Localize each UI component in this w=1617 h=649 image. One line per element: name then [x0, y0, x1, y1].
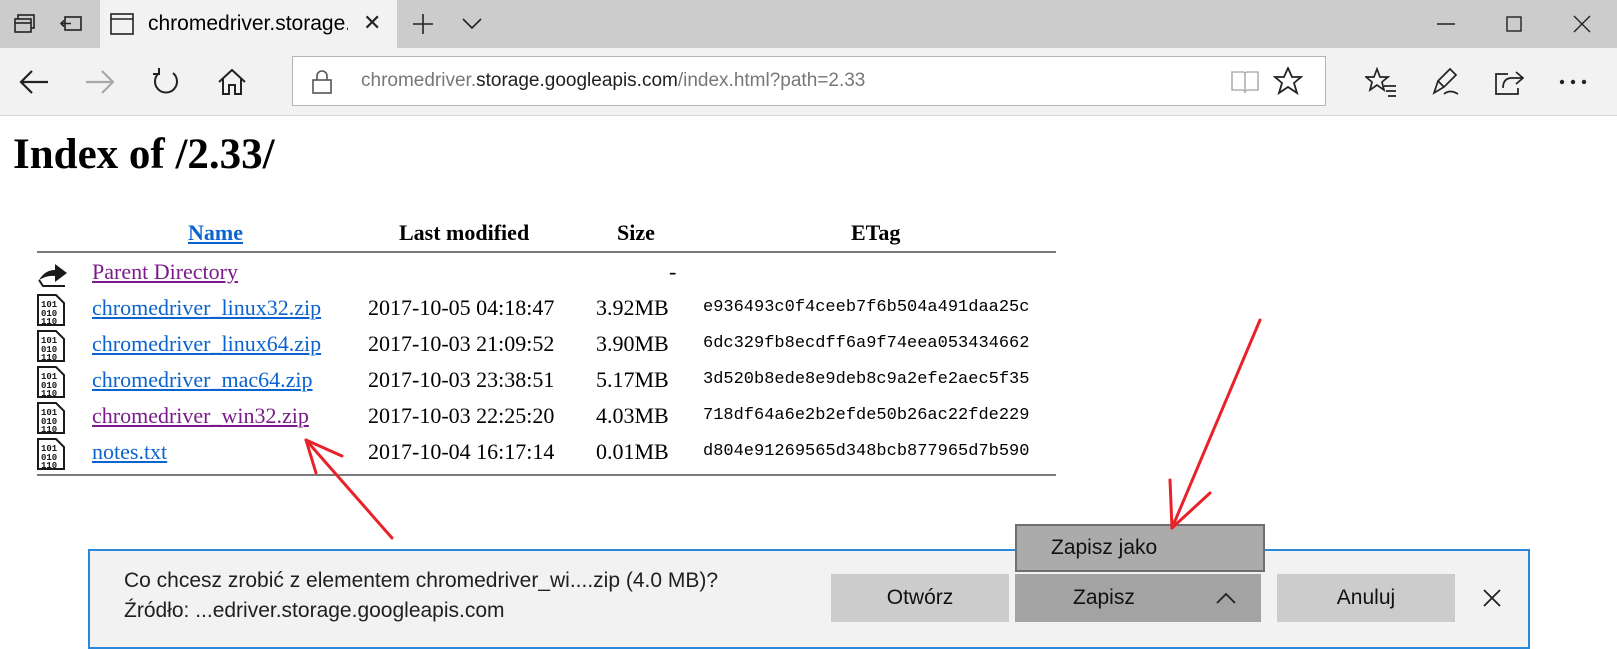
- more-menu-icon[interactable]: [1553, 62, 1593, 102]
- tab-preview-chevron-icon[interactable]: [455, 8, 489, 40]
- download-notification-bar: Co chcesz zrobić z elementem chromedrive…: [88, 549, 1530, 649]
- file-etag: e936493c0f4ceeb7f6b504a491daa25c: [703, 298, 1030, 317]
- table-row: 101 010 110 chromedriver_win32.zip 2017-10…: [0, 400, 1060, 436]
- file-modified-date: 2017-10-03 21:09:52: [368, 331, 555, 356]
- lock-icon: [311, 69, 333, 100]
- column-header-etag: ETag: [851, 220, 901, 245]
- open-button[interactable]: Otwórz: [831, 574, 1009, 622]
- tab-manager-icon[interactable]: [8, 8, 42, 40]
- add-favorite-star-icon[interactable]: [1272, 65, 1304, 100]
- file-size: 5.17MB: [596, 367, 669, 392]
- table-bottom-divider: [37, 474, 1056, 476]
- annotation-arrow-to-save-as: [1168, 318, 1262, 530]
- file-size: 3.92MB: [596, 295, 669, 320]
- cancel-button[interactable]: Anuluj: [1277, 574, 1455, 622]
- file-link[interactable]: chromedriver_mac64.zip: [92, 367, 313, 393]
- address-bar[interactable]: chromedriver.storage.googleapis.com/inde…: [292, 56, 1326, 106]
- window-close-icon[interactable]: [1548, 0, 1616, 48]
- reading-view-icon[interactable]: [1230, 69, 1260, 100]
- binary-file-icon: 101 010 110: [37, 294, 67, 327]
- file-size: 3.90MB: [596, 331, 669, 356]
- binary-file-icon: 101 010 110: [37, 366, 67, 399]
- save-options-chevron-icon[interactable]: [1191, 574, 1261, 622]
- refresh-icon[interactable]: [146, 62, 186, 102]
- save-as-label: Zapisz jako: [1051, 536, 1158, 559]
- dismiss-close-icon[interactable]: [1470, 574, 1514, 622]
- home-icon[interactable]: [212, 62, 252, 102]
- favorites-hub-icon[interactable]: [1361, 62, 1401, 102]
- column-header-name[interactable]: Name: [188, 220, 243, 246]
- file-size: 4.03MB: [596, 403, 669, 428]
- download-prompt-text: Co chcesz zrobić z elementem chromedrive…: [124, 569, 719, 592]
- svg-text:110: 110: [41, 389, 57, 398]
- binary-file-icon: 101 010 110: [37, 438, 67, 471]
- table-row: Parent Directory -: [0, 256, 1060, 292]
- table-row: 101 010 110 chromedriver_linux32.zip 2017-…: [0, 292, 1060, 328]
- column-header-size: Size: [617, 220, 655, 245]
- file-etag: 718df64a6e2b2efde50b26ac22fde229: [703, 406, 1030, 425]
- file-link[interactable]: chromedriver_linux64.zip: [92, 331, 321, 357]
- web-note-pen-icon[interactable]: [1425, 62, 1465, 102]
- file-link[interactable]: notes.txt: [92, 439, 167, 465]
- column-header-last-modified: Last modified: [399, 220, 530, 245]
- minimize-icon[interactable]: [1412, 0, 1480, 48]
- table-top-divider: [37, 251, 1056, 253]
- set-aside-tabs-icon[interactable]: [54, 8, 88, 40]
- svg-text:110: 110: [41, 317, 57, 326]
- file-size: 0.01MB: [596, 439, 669, 464]
- tab-close-icon[interactable]: ✕: [363, 10, 381, 36]
- svg-text:110: 110: [41, 461, 57, 470]
- file-link[interactable]: chromedriver_linux32.zip: [92, 295, 321, 321]
- file-link[interactable]: chromedriver_win32.zip: [92, 403, 309, 429]
- svg-text:110: 110: [41, 425, 57, 434]
- binary-file-icon: 101 010 110: [37, 402, 67, 435]
- share-icon[interactable]: [1489, 62, 1529, 102]
- svg-text:110: 110: [41, 353, 57, 362]
- binary-file-icon: 101 010 110: [37, 330, 67, 363]
- file-size: -: [669, 259, 677, 284]
- file-modified-date: 2017-10-05 04:18:47: [368, 295, 555, 320]
- parent-directory-link[interactable]: Parent Directory: [92, 259, 238, 285]
- file-etag: 3d520b8ede8e9deb8c9a2efe2aec5f35: [703, 370, 1030, 389]
- save-button[interactable]: Zapisz: [1015, 574, 1192, 622]
- forward-arrow-icon[interactable]: [80, 62, 120, 102]
- title-bar: chromedriver.storage.googleapis.com ✕: [0, 0, 1617, 48]
- table-row: 101 010 110 chromedriver_linux64.zip 2017-…: [0, 328, 1060, 364]
- table-row: 101 010 110 chromedriver_mac64.zip 2017-10…: [0, 364, 1060, 400]
- url-text: chromedriver.storage.googleapis.com/inde…: [361, 70, 866, 91]
- download-source-text: Źródło: ...edriver.storage.googleapis.co…: [124, 599, 505, 622]
- file-modified-date: 2017-10-03 22:25:20: [368, 403, 555, 428]
- back-arrow-icon[interactable]: [14, 62, 54, 102]
- parent-folder-icon: [37, 258, 67, 290]
- save-button-label: Zapisz: [1073, 586, 1135, 609]
- browser-tab[interactable]: chromedriver.storage.googleapis.com ✕: [100, 0, 397, 48]
- page-title: Index of /2.33/: [13, 131, 275, 178]
- table-row: 101 010 110 notes.txt 2017-10-04 16:17:14 …: [0, 436, 1060, 472]
- maximize-icon[interactable]: [1480, 0, 1548, 48]
- file-etag: 6dc329fb8ecdff6a9f74eea053434662: [703, 334, 1030, 353]
- file-etag: d804e91269565d348bcb877965d7b590: [703, 442, 1030, 461]
- file-modified-date: 2017-10-03 23:38:51: [368, 367, 555, 392]
- tab-title: chromedriver.storage.googleapis.com: [148, 12, 348, 35]
- page-icon: [110, 13, 134, 40]
- save-as-menu-item[interactable]: Zapisz jako: [1015, 524, 1265, 572]
- new-tab-icon[interactable]: [406, 8, 440, 40]
- file-modified-date: 2017-10-04 16:17:14: [368, 439, 555, 464]
